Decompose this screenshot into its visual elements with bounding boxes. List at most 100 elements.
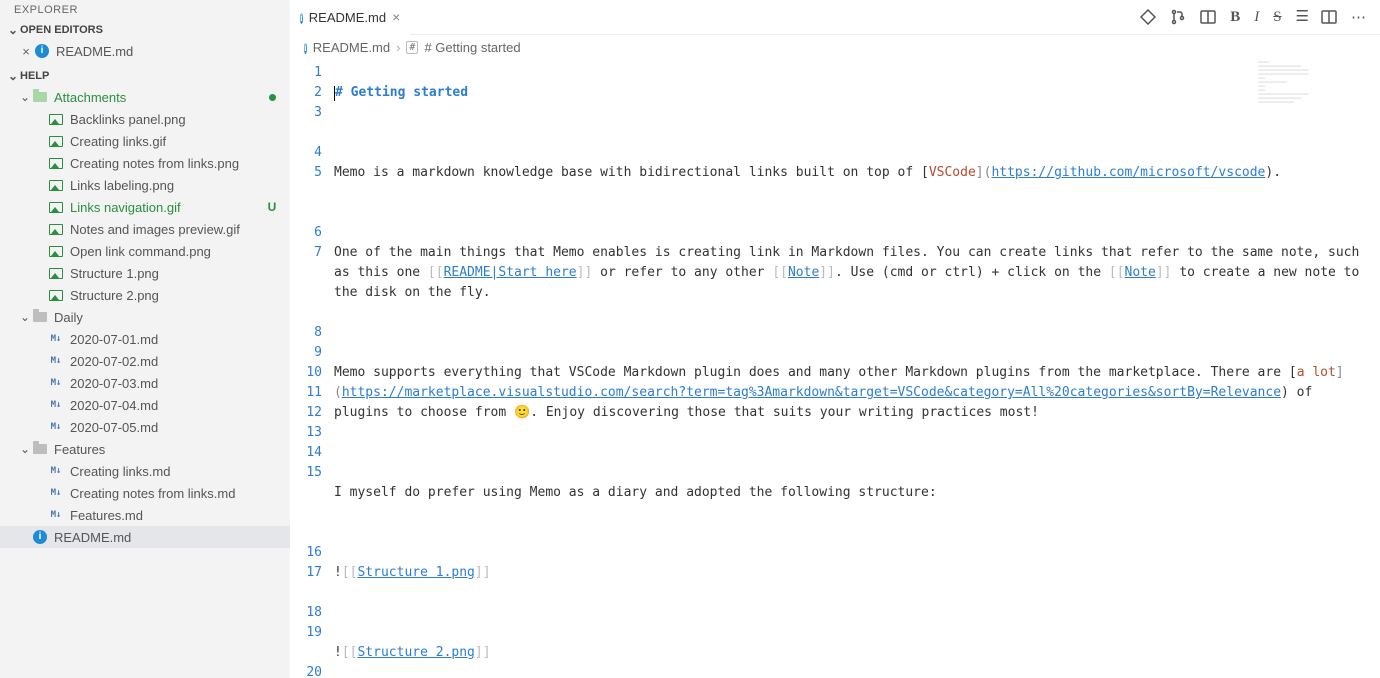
file-label: Structure 1.png <box>70 266 280 281</box>
image-icon <box>48 265 64 281</box>
git-status: U <box>264 200 280 214</box>
file-label: Features <box>54 442 280 457</box>
file-row[interactable]: Backlinks panel.png <box>0 108 290 130</box>
italic-icon[interactable]: I <box>1254 9 1259 26</box>
file-label: Creating notes from links.md <box>70 486 280 501</box>
image-icon <box>48 221 64 237</box>
open-editors-header[interactable]: ⌄ OPEN EDITORS <box>0 20 290 40</box>
chevron-right-icon: › <box>396 40 400 55</box>
image-icon <box>48 287 64 303</box>
breadcrumb[interactable]: i README.md › # # Getting started <box>290 35 1380 59</box>
file-row[interactable]: M↓Features.md <box>0 504 290 526</box>
file-label: Links navigation.gif <box>70 200 264 215</box>
info-icon: i <box>32 529 48 545</box>
folder-row[interactable]: ⌄ Features <box>0 438 290 460</box>
explorer-sidebar: EXPLORER ⌄ OPEN EDITORS × i README.md ⌄ … <box>0 0 290 678</box>
file-row[interactable]: iREADME.md <box>0 526 290 548</box>
folder-icon <box>32 309 48 325</box>
markdown-icon: M↓ <box>48 463 64 479</box>
file-row[interactable]: Links labeling.png <box>0 174 290 196</box>
chevron-down-icon: ⌄ <box>6 69 20 83</box>
file-row[interactable]: Creating links.gif <box>0 130 290 152</box>
modified-dot-icon <box>269 94 276 101</box>
heading-icon: # <box>406 41 418 54</box>
file-label: Creating links.md <box>70 464 280 479</box>
image-icon <box>48 243 64 259</box>
open-editor-item[interactable]: × i README.md <box>0 40 290 62</box>
file-label: 2020-07-01.md <box>70 332 280 347</box>
info-icon: i <box>304 39 307 56</box>
file-row[interactable]: M↓ 2020-07-02.md <box>0 350 290 372</box>
help-tree: ⌄Attachments Backlinks panel.png Creating … <box>0 86 290 552</box>
file-label: Notes and images preview.gif <box>70 222 280 237</box>
file-label: Creating notes from links.png <box>70 156 280 171</box>
image-icon <box>48 133 64 149</box>
file-row[interactable]: Creating notes from links.png <box>0 152 290 174</box>
chevron-down-icon: ⌄ <box>18 442 32 456</box>
markdown-icon: M↓ <box>48 331 64 347</box>
markdown-icon: M↓ <box>48 375 64 391</box>
strike-icon[interactable]: S <box>1273 9 1281 26</box>
split-icon[interactable] <box>1321 9 1337 25</box>
file-row[interactable]: M↓2020-07-05.md <box>0 416 290 438</box>
close-icon[interactable]: × <box>18 44 34 59</box>
image-icon <box>48 111 64 127</box>
image-icon <box>48 177 64 193</box>
file-row[interactable]: M↓ Creating links.md <box>0 460 290 482</box>
file-label: Links labeling.png <box>70 178 280 193</box>
file-label: Backlinks panel.png <box>70 112 280 127</box>
info-icon: i <box>300 9 303 26</box>
editor-area: i README.md × B I S ☰ ⋯ i README.md › # … <box>290 0 1380 678</box>
open-editors-list: × i README.md <box>0 40 290 66</box>
file-row[interactable]: Notes and images preview.gif <box>0 218 290 240</box>
file-row[interactable]: Links navigation.gifU <box>0 196 290 218</box>
help-header[interactable]: ⌄ HELP <box>0 66 290 86</box>
markdown-icon: M↓ <box>48 485 64 501</box>
tab-label: README.md <box>309 10 386 25</box>
git-compare-icon[interactable] <box>1170 9 1186 25</box>
more-icon[interactable]: ⋯ <box>1351 8 1366 26</box>
folder-row[interactable]: ⌄Attachments <box>0 86 290 108</box>
file-label: Daily <box>54 310 280 325</box>
file-row[interactable]: M↓ 2020-07-01.md <box>0 328 290 350</box>
code-editor[interactable]: 1234567891011121314151617181920 # Gettin… <box>290 59 1380 678</box>
file-label: 2020-07-02.md <box>70 354 280 369</box>
chevron-down-icon: ⌄ <box>18 310 32 324</box>
file-row[interactable]: M↓ Creating notes from links.md <box>0 482 290 504</box>
list-icon[interactable]: ☰ <box>1296 12 1307 22</box>
folder-icon <box>32 441 48 457</box>
explorer-title: EXPLORER <box>0 0 290 20</box>
file-label: Structure 2.png <box>70 288 280 303</box>
file-row[interactable]: M↓ 2020-07-03.md <box>0 372 290 394</box>
image-icon <box>48 199 64 215</box>
file-row[interactable]: M↓2020-07-04.md <box>0 394 290 416</box>
file-label: Features.md <box>70 508 280 523</box>
markdown-icon: M↓ <box>48 353 64 369</box>
image-icon <box>48 155 64 171</box>
file-row[interactable]: Structure 2.png <box>0 284 290 306</box>
folder-row[interactable]: ⌄ Daily <box>0 306 290 328</box>
close-icon[interactable]: × <box>392 9 400 25</box>
tab-readme[interactable]: i README.md × <box>290 0 410 35</box>
file-label: README.md <box>56 44 280 59</box>
file-row[interactable]: Open link command.png <box>0 240 290 262</box>
tab-bar: i README.md × B I S ☰ ⋯ <box>290 0 1380 35</box>
source-control-icon[interactable] <box>1140 9 1156 25</box>
breadcrumb-symbol[interactable]: # Getting started <box>424 40 520 55</box>
file-label: Creating links.gif <box>70 134 280 149</box>
line-gutter: 1234567891011121314151617181920 <box>290 59 334 678</box>
chevron-down-icon: ⌄ <box>6 23 20 37</box>
breadcrumb-file[interactable]: README.md <box>313 40 390 55</box>
open-editors-label: OPEN EDITORS <box>20 24 103 36</box>
info-icon: i <box>34 43 50 59</box>
preview-icon[interactable] <box>1200 9 1216 25</box>
file-label: 2020-07-03.md <box>70 376 280 391</box>
file-row[interactable]: Structure 1.png <box>0 262 290 284</box>
file-label: 2020-07-05.md <box>70 420 280 435</box>
editor-actions: B I S ☰ ⋯ <box>1140 8 1380 26</box>
folder-icon <box>32 89 48 105</box>
code-content[interactable]: # Getting started Memo is a markdown kno… <box>334 59 1380 678</box>
help-label: HELP <box>20 70 49 82</box>
file-label: Open link command.png <box>70 244 280 259</box>
bold-icon[interactable]: B <box>1230 9 1240 26</box>
